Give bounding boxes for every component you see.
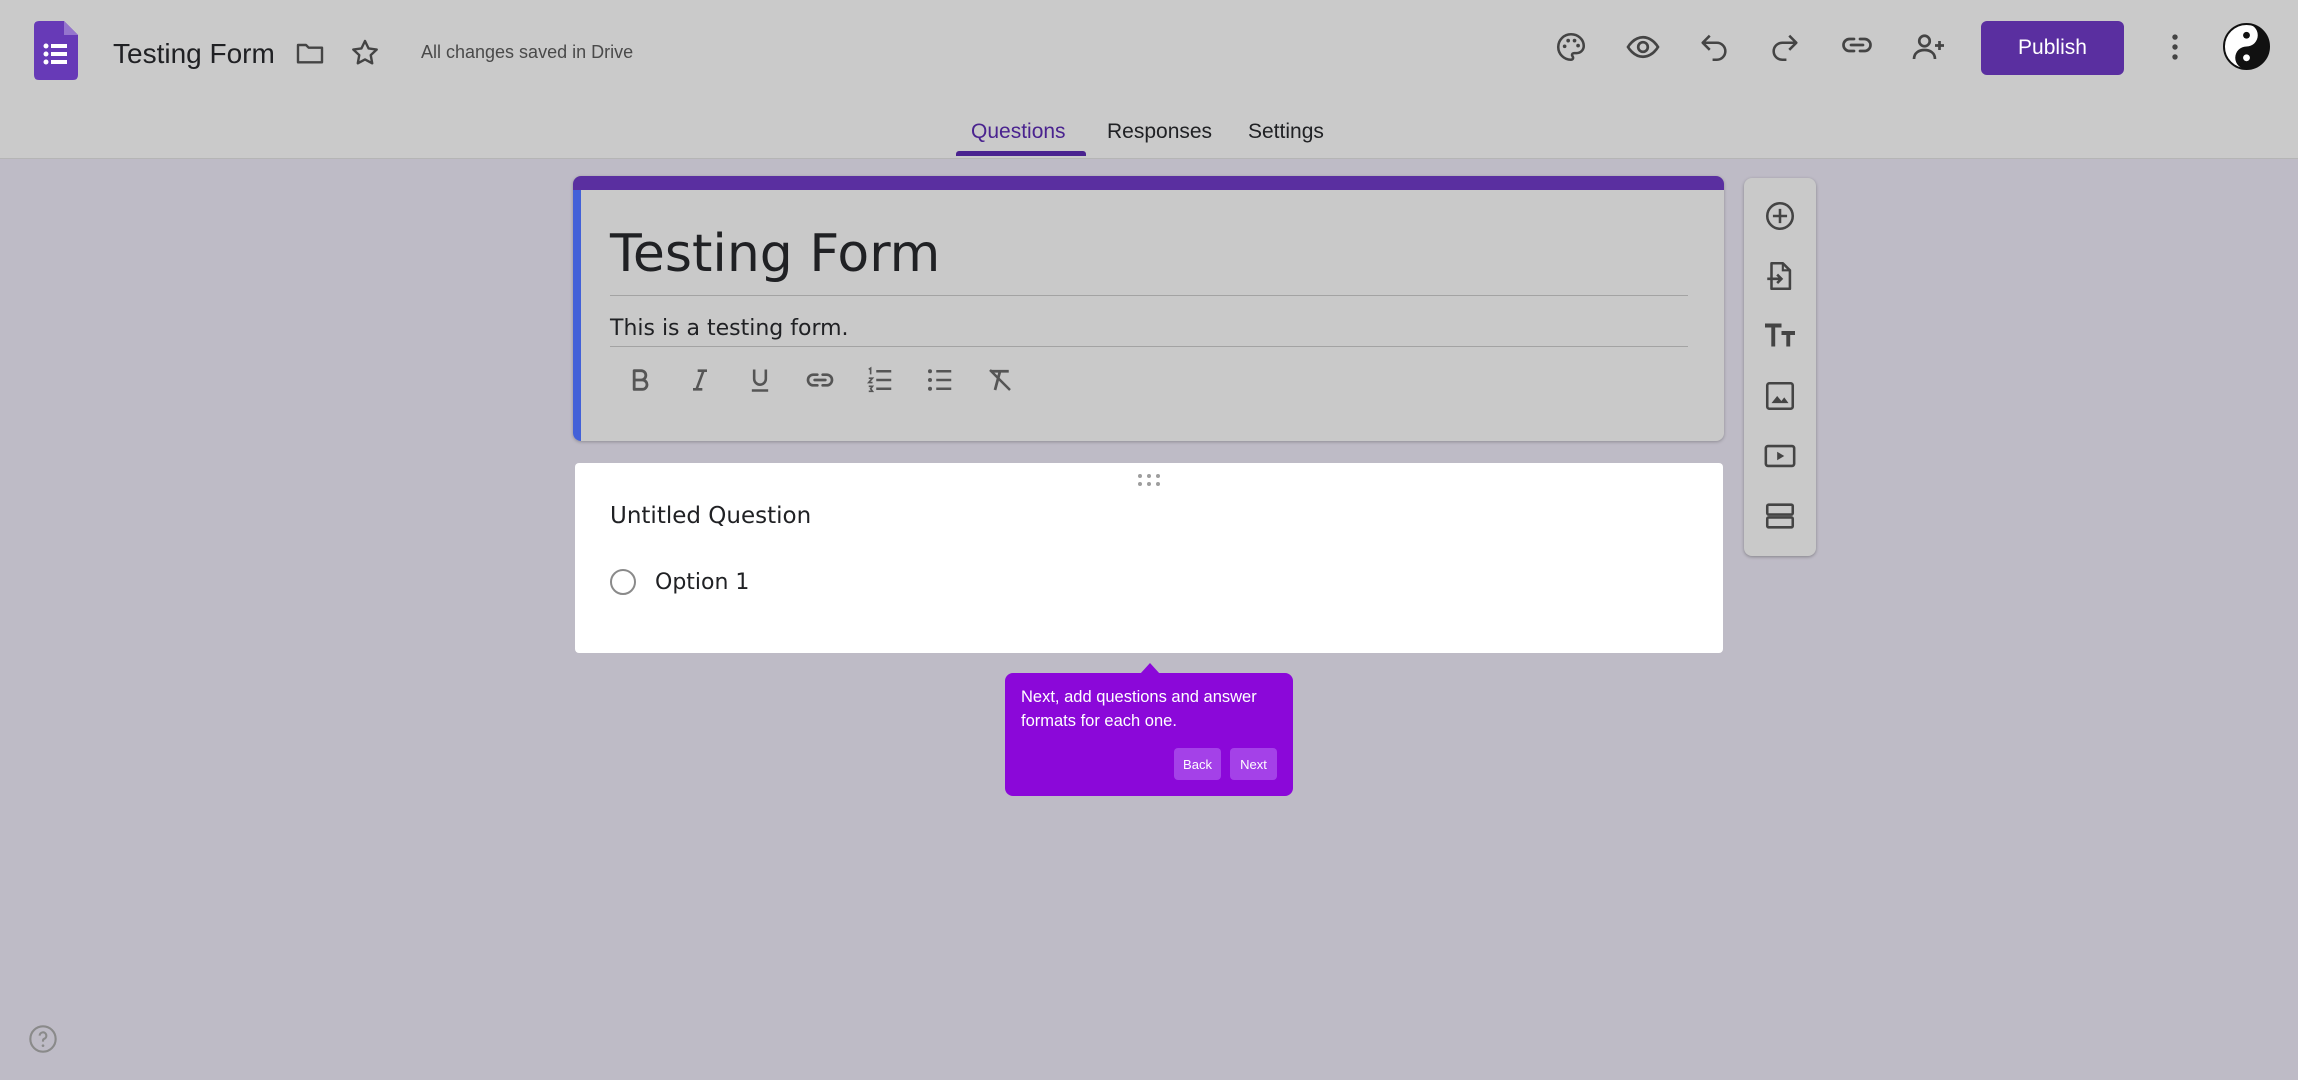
yin-yang-avatar[interactable] (2223, 23, 2270, 70)
numbered-list-icon[interactable] (860, 360, 900, 400)
add-video-icon[interactable] (1760, 436, 1800, 476)
folder-icon[interactable] (290, 33, 330, 73)
preview-eye-icon[interactable] (1623, 27, 1663, 67)
question-card[interactable]: Untitled Question Option 1 (575, 463, 1723, 653)
focus-indicator-bar (573, 190, 581, 441)
import-questions-icon[interactable] (1760, 256, 1800, 296)
add-collaborator-icon[interactable] (1909, 27, 1949, 67)
form-description-input[interactable]: This is a testing form. (610, 316, 849, 341)
radio-button[interactable] (610, 569, 636, 595)
add-image-icon[interactable] (1760, 376, 1800, 416)
clear-formatting-icon[interactable] (980, 360, 1020, 400)
forms-logo-icon[interactable] (34, 21, 78, 80)
more-vert-icon[interactable] (2155, 27, 2195, 67)
form-tabs: Questions Responses Settings (0, 112, 2298, 158)
form-title-input[interactable]: Testing Form (610, 222, 940, 286)
italic-icon[interactable] (680, 360, 720, 400)
help-icon[interactable] (27, 1023, 59, 1055)
theme-color-bar (573, 176, 1724, 190)
publish-button[interactable]: Publish (1981, 21, 2124, 75)
star-icon[interactable] (345, 33, 385, 73)
add-section-icon[interactable] (1760, 496, 1800, 536)
tab-settings[interactable]: Settings (1248, 120, 1324, 144)
save-status: All changes saved in Drive (421, 42, 634, 62)
insert-link-icon[interactable] (800, 360, 840, 400)
add-question-icon[interactable] (1760, 196, 1800, 236)
tooltip-next-button[interactable]: Next (1230, 748, 1277, 780)
doc-title[interactable]: Testing Form (113, 34, 275, 74)
tab-questions[interactable]: Questions (971, 120, 1066, 144)
title-underline (610, 295, 1688, 296)
redo-icon[interactable] (1765, 27, 1805, 67)
bulleted-list-icon[interactable] (920, 360, 960, 400)
floating-toolbar (1744, 178, 1816, 556)
bold-icon[interactable] (620, 360, 660, 400)
active-tab-indicator (956, 151, 1086, 156)
question-title[interactable]: Untitled Question (610, 503, 811, 529)
form-title-card[interactable]: Testing Form This is a testing form. (573, 176, 1724, 441)
palette-icon[interactable] (1551, 27, 1591, 67)
description-underline (610, 346, 1688, 347)
drag-handle-icon[interactable] (1137, 473, 1161, 492)
tooltip-text: Next, add questions and answer formats f… (1021, 688, 1257, 730)
tooltip-back-button[interactable]: Back (1174, 748, 1221, 780)
link-icon[interactable] (1837, 25, 1877, 65)
underline-icon[interactable] (740, 360, 780, 400)
undo-icon[interactable] (1694, 27, 1734, 67)
option-label[interactable]: Option 1 (655, 570, 749, 595)
add-title-icon[interactable] (1760, 316, 1800, 356)
onboarding-tooltip: Next, add questions and answer formats f… (1005, 673, 1293, 796)
tab-responses[interactable]: Responses (1107, 120, 1212, 144)
